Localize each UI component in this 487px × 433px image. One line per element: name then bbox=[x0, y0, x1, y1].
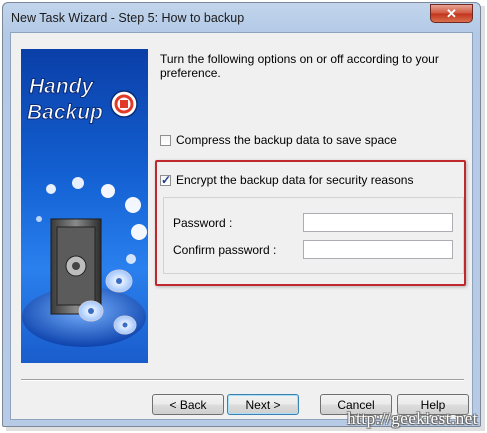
watermark-text: http://geekiest.net bbox=[347, 409, 478, 428]
encrypt-label: Encrypt the backup data for security rea… bbox=[176, 173, 414, 187]
handy-backup-artwork: Handy Backup bbox=[22, 75, 147, 347]
confirm-password-field[interactable] bbox=[303, 240, 453, 259]
intro-text: Turn the following options on or off acc… bbox=[160, 52, 439, 80]
checkmark-icon: ✓ bbox=[161, 172, 172, 187]
back-button[interactable]: < Back bbox=[152, 394, 224, 415]
encrypt-option[interactable]: ✓ Encrypt the backup data for security r… bbox=[160, 173, 413, 187]
sidebar-illustration: Handy Backup bbox=[21, 49, 148, 363]
password-group bbox=[163, 197, 464, 274]
close-icon: ✕ bbox=[446, 6, 457, 21]
button-separator bbox=[21, 379, 464, 381]
wizard-client-area: Handy Backup Turn the following options … bbox=[10, 32, 473, 420]
logo-text-backup: Backup bbox=[27, 101, 103, 124]
next-button[interactable]: Next > bbox=[227, 394, 299, 415]
logo-icon: Handy Backup bbox=[27, 75, 138, 125]
confirm-password-label: Confirm password : bbox=[173, 243, 277, 257]
compress-option[interactable]: Compress the backup data to save space bbox=[160, 133, 397, 147]
close-button[interactable]: ✕ bbox=[430, 4, 473, 23]
safe-icon bbox=[50, 218, 102, 315]
password-field[interactable] bbox=[303, 213, 453, 232]
password-label: Password : bbox=[173, 216, 233, 230]
encrypt-checkbox[interactable]: ✓ bbox=[160, 172, 172, 187]
window-title: New Task Wizard - Step 5: How to backup bbox=[11, 11, 245, 25]
title-bar[interactable]: New Task Wizard - Step 5: How to backup … bbox=[3, 3, 480, 33]
wizard-window: New Task Wizard - Step 5: How to backup … bbox=[2, 2, 481, 427]
compress-checkbox[interactable] bbox=[160, 134, 171, 146]
logo-text-handy: Handy bbox=[29, 75, 95, 98]
compress-label: Compress the backup data to save space bbox=[176, 133, 397, 147]
